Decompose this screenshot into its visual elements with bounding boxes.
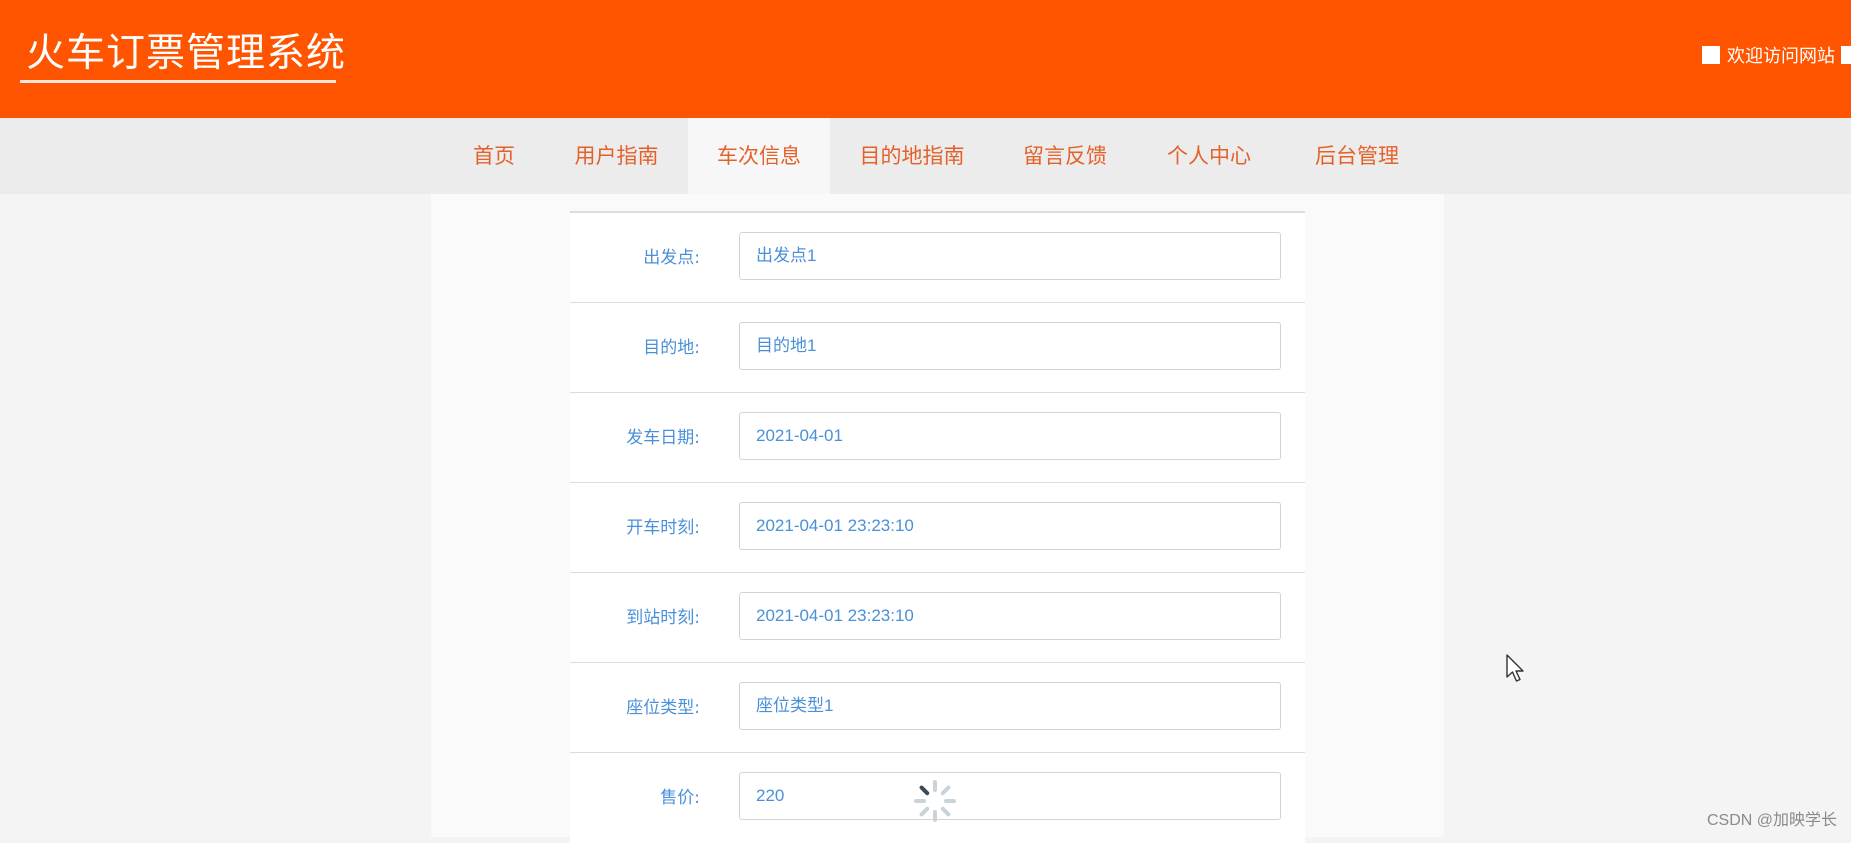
- departure-time-field[interactable]: 2021-04-01 23:23:10: [739, 502, 1281, 550]
- header-bar: 火车订票管理系统 欢迎访问网站: [0, 0, 1851, 118]
- field-label: 目的地:: [643, 338, 700, 358]
- field-label: 发车日期:: [626, 428, 700, 448]
- square-icon: [1702, 46, 1720, 64]
- nav-item-admin[interactable]: 后台管理: [1298, 118, 1416, 194]
- nav-item-personal-center[interactable]: 个人中心: [1152, 118, 1266, 194]
- seat-type-field[interactable]: 座位类型1: [739, 682, 1281, 730]
- title-underline: [20, 80, 336, 83]
- welcome-text: 欢迎访问网站: [1727, 46, 1835, 67]
- square-icon: [1841, 46, 1851, 64]
- field-label: 售价:: [660, 788, 700, 808]
- form-row-departure-date: 发车日期: 2021-04-01: [570, 392, 1305, 483]
- arrival-time-field[interactable]: 2021-04-01 23:23:10: [739, 592, 1281, 640]
- site-title[interactable]: 火车订票管理系统: [26, 28, 346, 80]
- form-row-seat-type: 座位类型: 座位类型1: [570, 662, 1305, 753]
- main-nav: 首页 用户指南 车次信息 目的地指南 留言反馈 个人中心 后台管理: [0, 118, 1851, 194]
- field-label: 座位类型:: [626, 698, 700, 718]
- price-field[interactable]: 220: [739, 772, 1281, 820]
- form-row-destination: 目的地: 目的地1: [570, 302, 1305, 393]
- nav-item-home[interactable]: 首页: [454, 118, 534, 194]
- nav-item-train-info[interactable]: 车次信息: [688, 118, 830, 194]
- field-label: 到站时刻:: [626, 608, 700, 628]
- nav-item-feedback[interactable]: 留言反馈: [1008, 118, 1122, 194]
- welcome-marquee: 欢迎访问网站: [1702, 42, 1851, 68]
- form-row-departure: 出发点: 出发点1: [570, 212, 1305, 303]
- field-label: 开车时刻:: [626, 518, 700, 538]
- destination-field[interactable]: 目的地1: [739, 322, 1281, 370]
- form-row-arrival-time: 到站时刻: 2021-04-01 23:23:10: [570, 572, 1305, 663]
- watermark: CSDN @加映学长: [1706, 812, 1837, 829]
- departure-field[interactable]: 出发点1: [739, 232, 1281, 280]
- departure-date-field[interactable]: 2021-04-01: [739, 412, 1281, 460]
- nav-item-destination-guide[interactable]: 目的地指南: [846, 118, 978, 194]
- field-label: 出发点:: [643, 248, 700, 268]
- form-row-departure-time: 开车时刻: 2021-04-01 23:23:10: [570, 482, 1305, 573]
- nav-item-user-guide[interactable]: 用户指南: [560, 118, 673, 194]
- loading-spinner-icon: [914, 780, 956, 822]
- mouse-pointer-icon: [1506, 654, 1524, 682]
